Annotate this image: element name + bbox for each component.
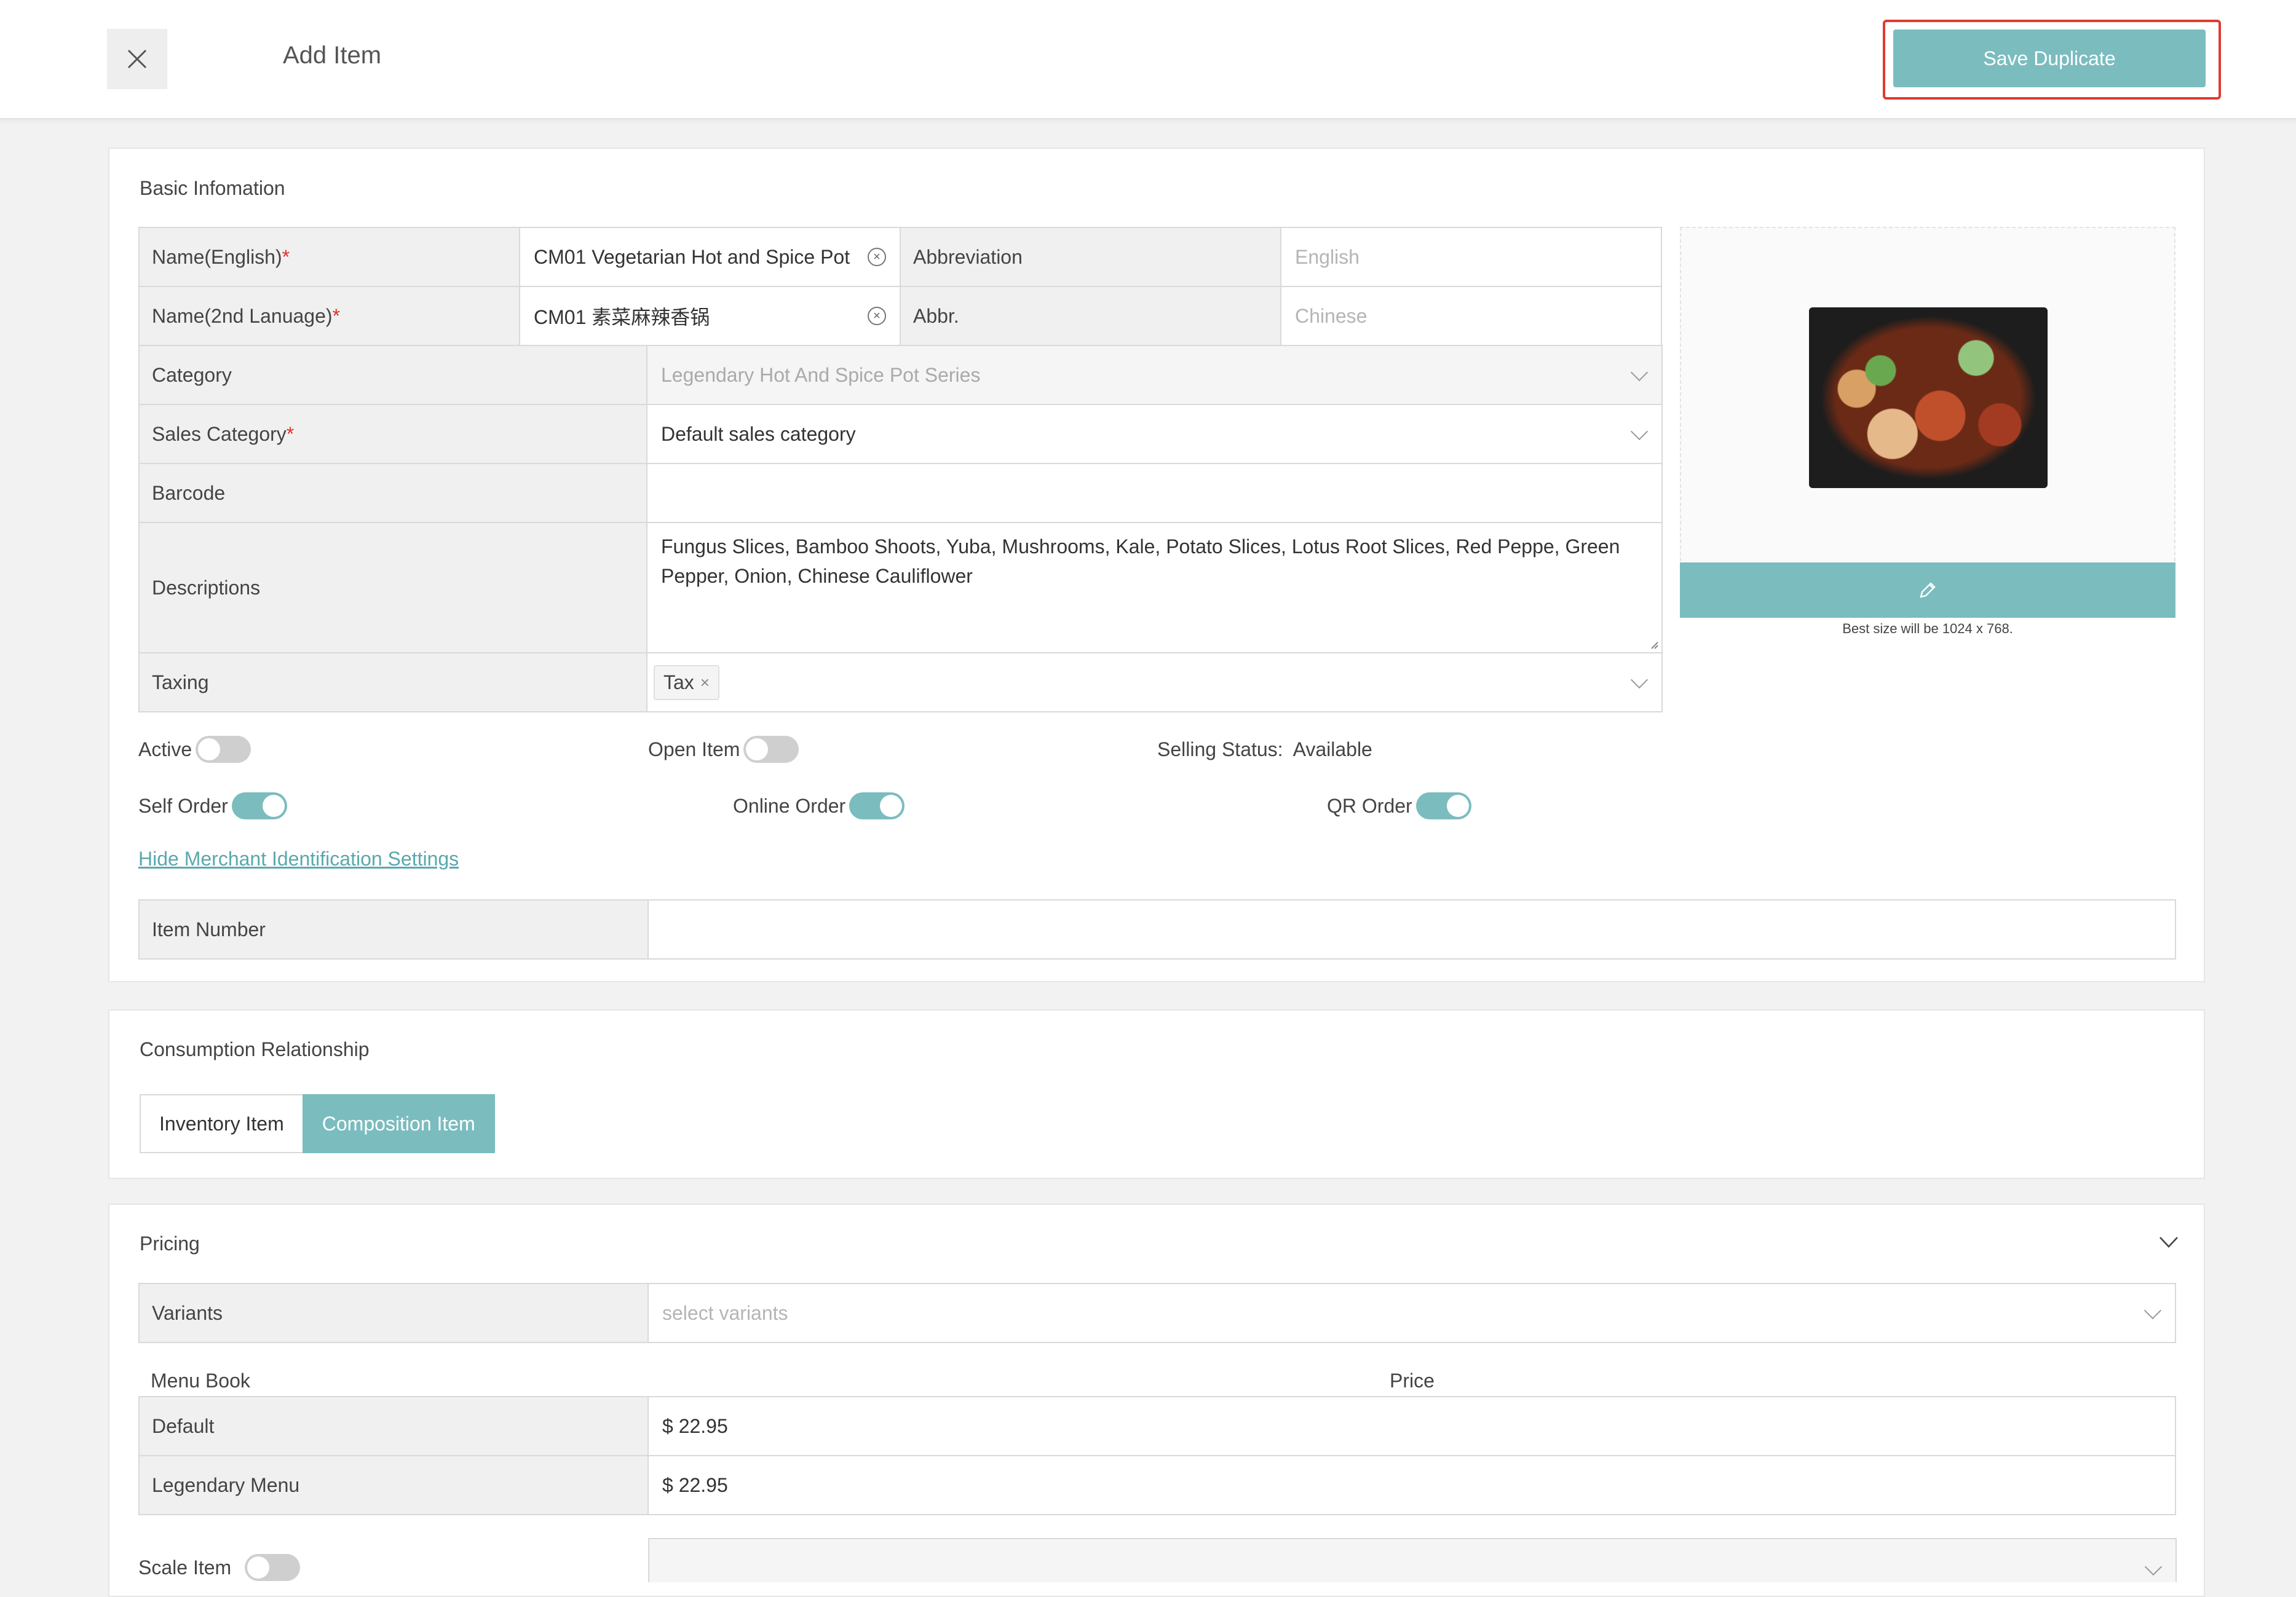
active-toggle-group: Active <box>138 736 251 763</box>
remove-tag-icon[interactable]: × <box>700 673 710 692</box>
price-input[interactable]: $ 22.95 <box>647 1455 2176 1515</box>
scale-item-toggle[interactable] <box>245 1554 301 1581</box>
active-label: Active <box>138 738 192 760</box>
sales-category-row: Sales Category * Default sales category <box>138 404 1663 464</box>
open-item-toggle[interactable] <box>743 736 799 763</box>
edit-image-button[interactable] <box>1680 562 2175 618</box>
taxing-select[interactable]: Tax × <box>646 652 1663 712</box>
scale-item-label: Scale Item <box>138 1556 232 1579</box>
name-english-input[interactable]: CM01 Vegetarian Hot and Spice Pot × <box>519 227 901 287</box>
scale-unit-select[interactable] <box>648 1538 2177 1582</box>
hide-merchant-settings-link[interactable]: Hide Merchant Identification Settings <box>138 848 459 870</box>
price-header: Price <box>1390 1370 1435 1392</box>
self-order-toggle[interactable] <box>231 792 287 819</box>
image-size-note: Best size will be 1024 x 768. <box>1842 621 2013 636</box>
variants-row: Variants select variants <box>138 1283 2176 1343</box>
online-order-toggle-group: Online Order <box>733 792 905 819</box>
menu-book-name: Legendary Menu <box>138 1455 649 1515</box>
barcode-input[interactable] <box>646 463 1663 523</box>
name-2nd-row: Name(2nd Lanuage) * CM01 素菜麻辣香锅 × Abbr. Ch… <box>138 286 1662 346</box>
category-label: Category <box>138 345 647 405</box>
selling-status-label: Selling Status: <box>1157 738 1283 760</box>
consumption-relationship-card: Consumption Relationship Inventory Item … <box>108 1009 2205 1179</box>
abbreviation-english-input[interactable]: English <box>1280 227 1662 287</box>
category-select[interactable]: Legendary Hot And Spice Pot Series <box>646 345 1663 405</box>
chevron-down-icon <box>2144 1301 2162 1320</box>
item-number-label: Item Number <box>138 899 649 960</box>
open-item-toggle-group: Open Item <box>648 736 799 763</box>
close-button[interactable] <box>107 29 167 89</box>
image-upload-area[interactable] <box>1680 227 2175 617</box>
selling-status-value: Available <box>1292 738 1372 760</box>
online-order-label: Online Order <box>733 794 846 817</box>
save-duplicate-button[interactable]: Save Duplicate <box>1893 30 2206 87</box>
taxing-row: Taxing Tax × <box>138 652 1663 712</box>
chevron-down-icon <box>1630 363 1649 382</box>
active-toggle[interactable] <box>196 736 251 763</box>
descriptions-row: Descriptions Fungus Slices, Bamboo Shoot… <box>138 522 1663 653</box>
qr-order-label: QR Order <box>1327 794 1412 817</box>
item-image <box>1809 307 2048 488</box>
top-bar: Add Item Save Duplicate <box>0 0 2296 119</box>
consumption-segmented-control: Inventory Item Composition Item <box>140 1094 495 1153</box>
abbreviation-label: Abbreviation <box>900 227 1281 287</box>
abbr-label: Abbr. <box>900 286 1281 346</box>
qr-order-toggle-group: QR Order <box>1327 792 1471 819</box>
section-title-basic: Basic Infomation <box>140 177 285 199</box>
variants-label: Variants <box>138 1283 649 1343</box>
taxing-label: Taxing <box>138 652 647 712</box>
descriptions-textarea[interactable]: Fungus Slices, Bamboo Shoots, Yuba, Mush… <box>646 522 1663 653</box>
page-title: Add Item <box>283 42 382 69</box>
abbreviation-chinese-input[interactable]: Chinese <box>1280 286 1662 346</box>
name-english-label: Name(English) * <box>138 227 520 287</box>
pencil-icon <box>1920 582 1936 598</box>
price-row: Default $ 22.95 <box>138 1396 2176 1456</box>
selling-status-group: Selling Status: Available <box>1157 736 1372 763</box>
scale-item-toggle-group: Scale Item <box>138 1554 301 1581</box>
descriptions-label: Descriptions <box>138 522 647 653</box>
self-order-toggle-group: Self Order <box>138 792 287 819</box>
barcode-row: Barcode <box>138 463 1663 523</box>
resize-handle-icon[interactable] <box>1648 639 1659 650</box>
barcode-label: Barcode <box>138 463 647 523</box>
chevron-down-icon <box>2144 1558 2163 1576</box>
chevron-down-icon <box>1630 671 1649 689</box>
name-english-row: Name(English) * CM01 Vegetarian Hot and S… <box>138 227 1662 287</box>
menu-book-name: Default <box>138 1396 649 1456</box>
chevron-down-icon <box>1630 422 1649 441</box>
item-number-row: Item Number <box>138 899 2176 960</box>
clear-icon[interactable]: × <box>868 248 886 266</box>
category-row: Category Legendary Hot And Spice Pot Ser… <box>138 345 1663 405</box>
sales-category-select[interactable]: Default sales category <box>646 404 1663 464</box>
collapse-chevron-icon[interactable] <box>2158 1236 2179 1249</box>
variants-select[interactable]: select variants <box>647 1283 2176 1343</box>
name-2nd-input[interactable]: CM01 素菜麻辣香锅 × <box>519 286 901 346</box>
item-number-input[interactable] <box>647 899 2176 960</box>
menu-book-header: Menu Book <box>151 1370 250 1392</box>
price-input[interactable]: $ 22.95 <box>647 1396 2176 1456</box>
qr-order-toggle[interactable] <box>1415 792 1471 819</box>
self-order-label: Self Order <box>138 794 228 817</box>
clear-icon[interactable]: × <box>868 307 886 325</box>
online-order-toggle[interactable] <box>849 792 905 819</box>
tax-tag: Tax × <box>654 664 719 700</box>
sales-category-label: Sales Category * <box>138 404 647 464</box>
composition-item-option[interactable]: Composition Item <box>302 1094 495 1153</box>
name-2nd-label: Name(2nd Lanuage) * <box>138 286 520 346</box>
section-title-consumption: Consumption Relationship <box>140 1038 370 1060</box>
section-title-pricing: Pricing <box>140 1232 200 1255</box>
open-item-label: Open Item <box>648 738 740 760</box>
price-row: Legendary Menu $ 22.95 <box>138 1455 2176 1515</box>
inventory-item-option[interactable]: Inventory Item <box>140 1094 304 1153</box>
close-icon <box>127 49 147 69</box>
